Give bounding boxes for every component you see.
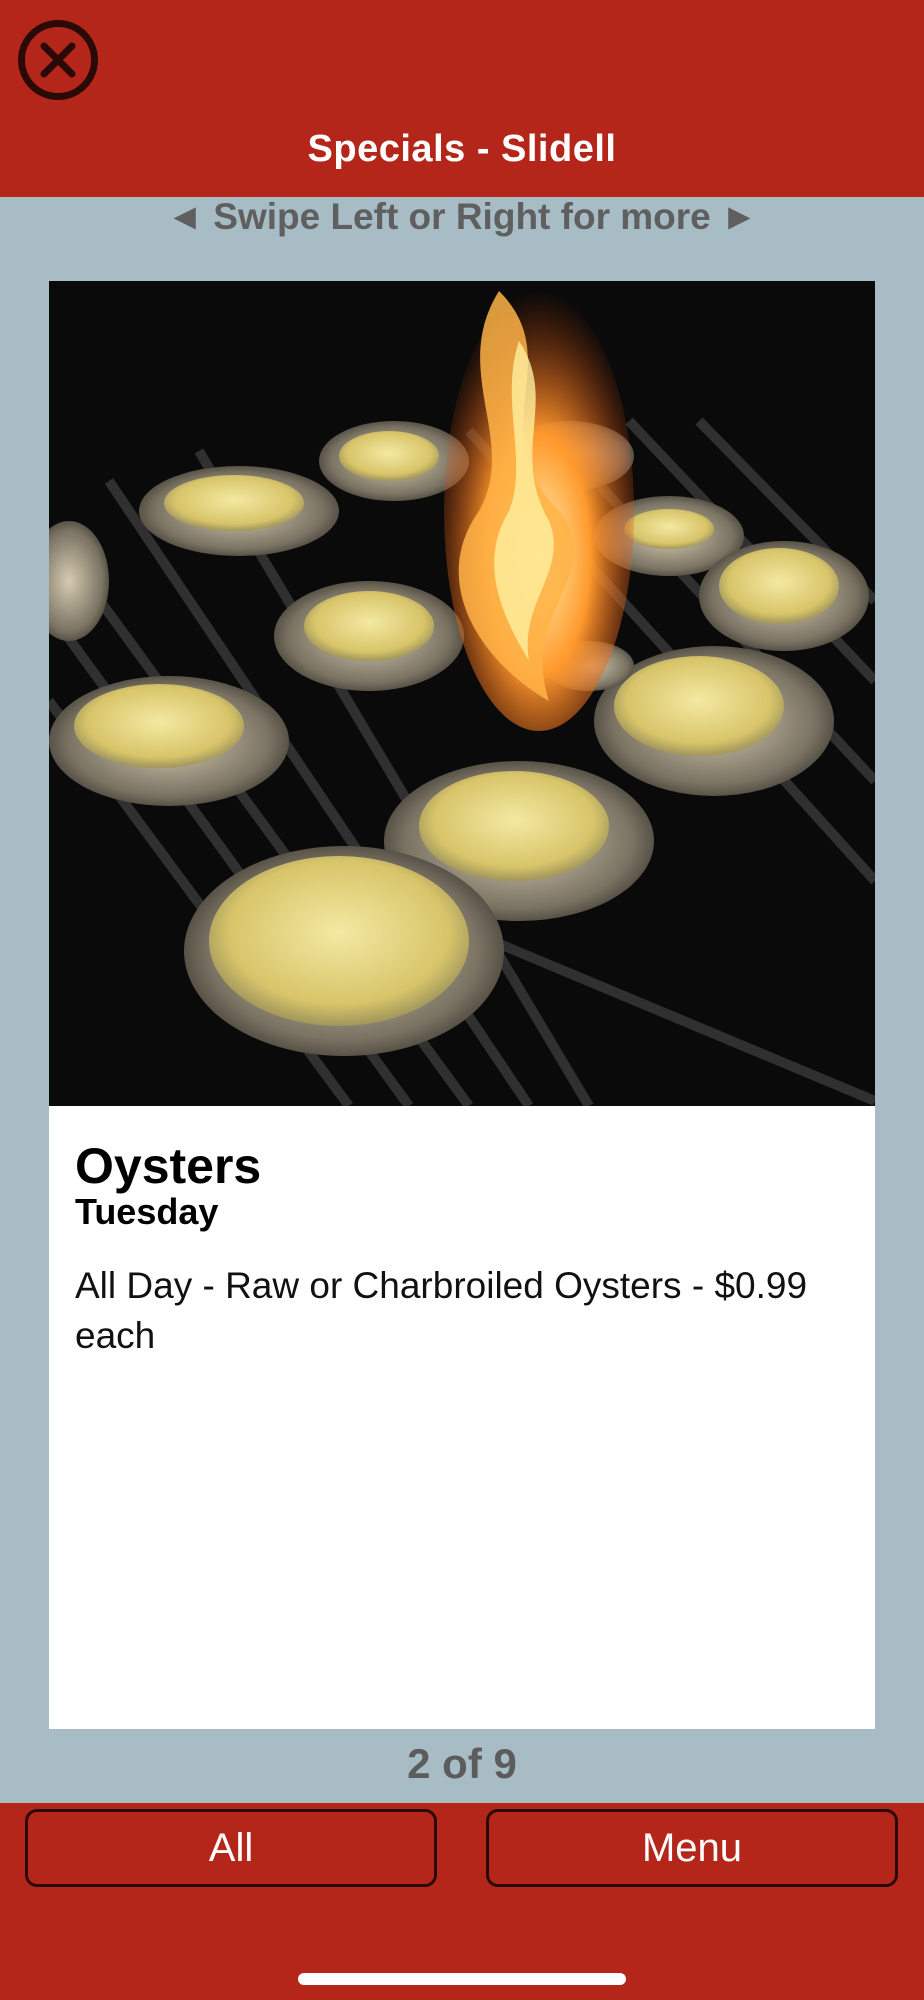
special-title: Oysters (75, 1138, 262, 1194)
special-image (49, 281, 875, 1106)
footer-bar: All Menu (0, 1803, 924, 2000)
header-bar: Specials - Slidell (0, 0, 924, 197)
close-icon (40, 42, 76, 78)
oysters-grill-photo (49, 281, 875, 1106)
special-day: Tuesday (75, 1191, 219, 1232)
special-card[interactable]: Oysters Tuesday All Day - Raw or Charbro… (49, 281, 875, 1729)
page-indicator: 2 of 9 (407, 1740, 517, 1787)
page-title: Specials - Slidell (307, 128, 617, 170)
all-button[interactable]: All (25, 1809, 437, 1887)
home-indicator[interactable] (298, 1973, 626, 1985)
swipe-hint: ◄ Swipe Left or Right for more ► (166, 196, 758, 237)
menu-button[interactable]: Menu (486, 1809, 898, 1887)
close-button[interactable] (18, 20, 98, 100)
special-description: All Day - Raw or Charbroiled Oysters - $… (75, 1265, 808, 1356)
